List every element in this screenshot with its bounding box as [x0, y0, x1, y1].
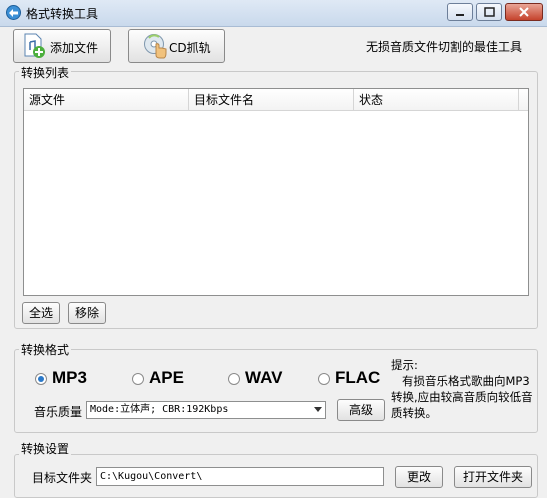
quality-value: Mode:立体声; CBR:192Kbps [90, 404, 229, 415]
advanced-button[interactable]: 高级 [337, 399, 385, 421]
cd-hand-icon [144, 34, 167, 59]
file-list[interactable]: 源文件 目标文件名 状态 [23, 88, 529, 296]
radio-mp3-label: MP3 [52, 368, 87, 387]
app-icon [6, 5, 21, 20]
add-file-label: 添加文件 [50, 41, 99, 55]
close-icon [519, 7, 529, 17]
chevron-down-icon[interactable] [314, 407, 322, 412]
cd-rip-button[interactable]: CD抓轨 [128, 29, 225, 63]
column-status[interactable]: 状态 [354, 89, 519, 111]
radio-ape-label: APE [149, 368, 184, 387]
close-button[interactable] [505, 3, 543, 21]
add-file-icon [24, 33, 45, 58]
radio-ape-dot[interactable] [132, 373, 144, 385]
radio-wav-label: WAV [245, 368, 283, 387]
change-folder-button[interactable]: 更改 [395, 466, 443, 488]
convert-list-title: 转换列表 [19, 64, 72, 81]
radio-mp3-dot[interactable] [35, 373, 47, 385]
title-bar: 格式转换工具 [0, 0, 547, 27]
column-target-name[interactable]: 目标文件名 [189, 89, 354, 111]
column-filler [519, 89, 528, 111]
tagline: 无损音质文件切割的最佳工具 [366, 40, 523, 54]
radio-flac-label: FLAC [335, 368, 381, 387]
open-folder-button[interactable]: 打开文件夹 [454, 466, 532, 488]
minimize-icon [456, 14, 464, 16]
quality-label: 音乐质量 [34, 405, 83, 419]
maximize-button[interactable] [476, 3, 502, 21]
remove-button[interactable]: 移除 [68, 302, 106, 324]
minimize-button[interactable] [447, 3, 473, 21]
target-folder-input[interactable]: C:\Kugou\Convert\ [96, 467, 384, 486]
column-source-file[interactable]: 源文件 [24, 89, 189, 111]
window-title: 格式转换工具 [26, 7, 99, 21]
tip-box: 提示: 有损音乐格式歌曲向MP3转换,应由较高音质向较低音质转换。 [391, 357, 537, 421]
add-file-button[interactable]: 添加文件 [13, 29, 111, 63]
settings-title: 转换设置 [19, 440, 72, 457]
cd-rip-label: CD抓轨 [169, 41, 211, 55]
quality-select[interactable]: Mode:立体声; CBR:192Kbps [86, 401, 326, 419]
tip-body: 有损音乐格式歌曲向MP3转换,应由较高音质向较低音质转换。 [391, 374, 533, 420]
target-folder-label: 目标文件夹 [32, 471, 93, 485]
radio-wav-dot[interactable] [228, 373, 240, 385]
maximize-icon [484, 7, 495, 17]
radio-flac-dot[interactable] [318, 373, 330, 385]
format-title: 转换格式 [19, 341, 72, 358]
select-all-button[interactable]: 全选 [22, 302, 60, 324]
tip-title: 提示: [391, 358, 418, 372]
